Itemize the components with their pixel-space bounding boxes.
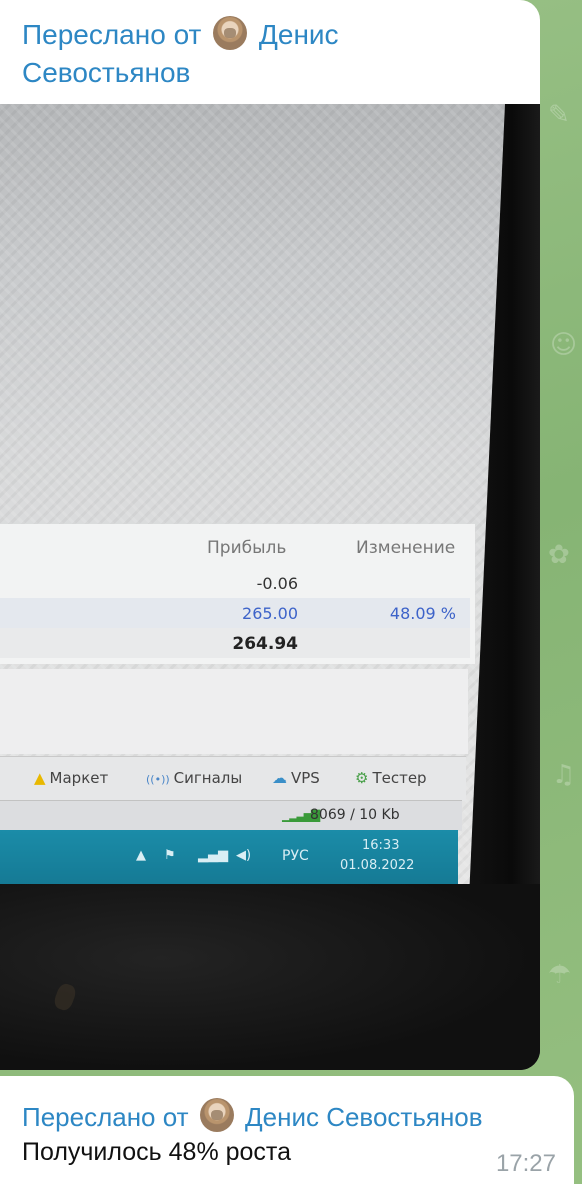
change-cell: 48.09 % — [389, 604, 456, 623]
wallpaper-doodle-icon: ☺ — [550, 330, 578, 360]
signal-broadcast-icon: ((•)) — [146, 773, 170, 786]
profit-cell: -0.06 — [256, 574, 298, 593]
terminal-tabs: ▲ Маркет ((•)) Сигналы ☁ VPS ⚙ Тестер — [0, 756, 466, 801]
tray-arrow-icon: ▲ — [136, 848, 146, 863]
forward-prefix: Переслано от — [22, 1102, 189, 1132]
volume-icon: ◀) — [236, 848, 252, 863]
forward-sender-name[interactable]: Денис Севостьянов — [245, 1102, 483, 1132]
wallpaper-doodle-icon: ✿ — [548, 540, 570, 570]
tab-signals: ((•)) Сигналы — [146, 769, 243, 787]
message-bubble-photo[interactable]: Переслано от Денис Севостьянов Прибыль И… — [0, 0, 540, 1070]
column-header-profit: Прибыль — [207, 538, 287, 558]
terminal-status-bar: ▁▂▃▅▇ 8069 / 10 Kb — [0, 800, 462, 831]
monitor-stand-area — [0, 884, 540, 1070]
avatar[interactable] — [199, 1098, 234, 1132]
language-indicator: РУС — [282, 848, 309, 864]
flag-icon: ⚑ — [164, 848, 176, 863]
table-row-total: 264.94 — [0, 628, 470, 658]
forward-prefix: Переслано от — [22, 19, 202, 50]
profit-total-cell: 264.94 — [232, 634, 298, 654]
tab-tester: ⚙ Тестер — [355, 769, 427, 787]
connection-status: 8069 / 10 Kb — [310, 807, 400, 823]
photo-attachment[interactable]: Прибыль Изменение -0.06 265.00 48.09 % 2… — [0, 104, 540, 1070]
trade-table: Прибыль Изменение -0.06 265.00 48.09 % 2… — [0, 524, 475, 664]
tab-market: ▲ Маркет — [34, 769, 109, 787]
message-text: Получилось 48% роста — [22, 1138, 292, 1166]
table-row: 265.00 48.09 % — [0, 598, 470, 628]
column-header-change: Изменение — [356, 538, 456, 558]
wallpaper-doodle-icon: ♫ — [552, 760, 576, 790]
avatar[interactable] — [213, 16, 248, 50]
wallpaper-doodle-icon: ✎ — [548, 100, 570, 130]
message-bubble-text[interactable]: Переслано от Денис Севостьянов Получилос… — [0, 1076, 574, 1184]
forward-header[interactable]: Переслано от Денис Севостьянов — [22, 1098, 483, 1133]
windows-taskbar: ▲ ⚑ ▂▄▆ ◀) РУС 16:33 01.08.2022 — [0, 830, 458, 884]
bag-icon: ▲ — [34, 769, 46, 787]
table-row: -0.06 — [0, 568, 470, 598]
tester-icon: ⚙ — [355, 769, 369, 787]
network-icon: ▂▄▆ — [198, 848, 228, 863]
clock-time: 16:33 — [362, 838, 400, 853]
wallpaper-doodle-icon: ☂ — [548, 960, 572, 990]
profit-cell: 265.00 — [242, 604, 298, 623]
tab-vps: ☁ VPS — [272, 769, 320, 787]
clock-date: 01.08.2022 — [340, 858, 415, 873]
cloud-icon: ☁ — [272, 769, 287, 787]
message-time: 17:27 — [495, 1150, 556, 1177]
forward-header[interactable]: Переслано от Денис Севостьянов — [22, 16, 442, 92]
